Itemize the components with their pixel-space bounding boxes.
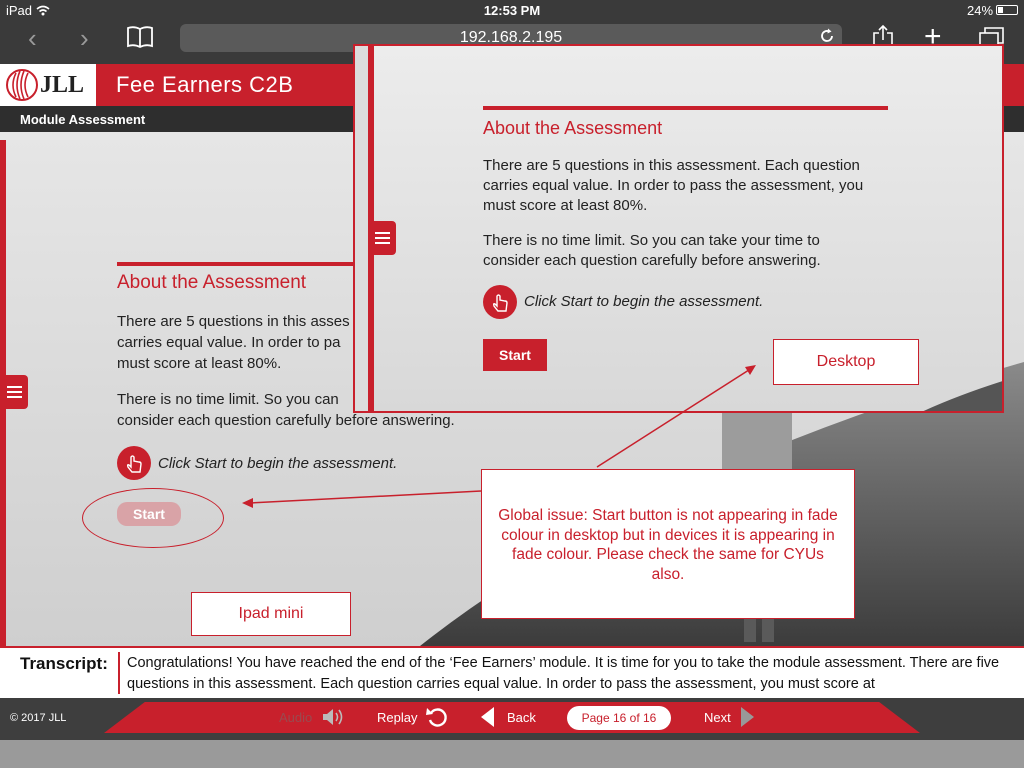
audio-label[interactable]: Audio <box>279 710 312 725</box>
battery-percent: 24% <box>967 3 994 18</box>
assessment-para1-line2: carries equal value. In order to pa <box>117 334 341 351</box>
overlay-para2-line1: There is no time limit. So you can take … <box>483 232 820 249</box>
transcript-text[interactable]: Congratulations! You have reached the en… <box>127 653 1019 695</box>
overlay-para2-line2: consider each question carefully before … <box>483 252 821 269</box>
overlay-heading-rule <box>483 106 888 110</box>
ipad-annotation-label: Ipad mini <box>191 592 351 636</box>
replay-icon[interactable] <box>425 705 449 734</box>
module-label: Module Assessment <box>20 112 146 127</box>
overlay-heading: About the Assessment <box>483 118 663 138</box>
menu-icon <box>375 232 390 244</box>
assessment-heading: About the Assessment <box>117 272 307 293</box>
overlay-pointer-hand-icon <box>483 285 517 319</box>
assessment-hint: Click Start to begin the assessment. <box>158 455 398 472</box>
logo: JLL <box>0 64 96 106</box>
forward-nav-button[interactable]: › <box>80 24 89 52</box>
overlay-para1-line2: carries equal value. In order to pass th… <box>483 177 864 194</box>
menu-icon <box>7 386 22 398</box>
bottom-strip <box>0 740 1024 768</box>
stage-edge-bar <box>0 140 6 696</box>
transcript-divider <box>118 652 120 694</box>
replay-label[interactable]: Replay <box>377 710 417 725</box>
next-arrow-icon[interactable] <box>740 707 754 732</box>
overlay-para1-line1: There are 5 questions in this assessment… <box>483 157 860 174</box>
highlight-ellipse <box>82 488 224 548</box>
next-label[interactable]: Next <box>704 710 731 725</box>
battery-icon <box>996 5 1018 15</box>
heading-rule <box>117 262 357 266</box>
assessment-para2-line1: There is no time limit. So you can <box>117 391 339 408</box>
course-title: Fee Earners C2B <box>116 72 294 97</box>
overlay-start-button[interactable]: Start <box>483 339 547 371</box>
bookmarks-icon[interactable] <box>126 26 154 53</box>
overlay-hint: Click Start to begin the assessment. <box>524 293 764 310</box>
back-arrow-icon[interactable] <box>481 707 495 732</box>
logo-text: JLL <box>40 72 85 98</box>
back-label[interactable]: Back <box>507 710 536 725</box>
desktop-annotation-label: Desktop <box>773 339 919 385</box>
assessment-para1-line1: There are 5 questions in this asses <box>117 313 350 330</box>
pointer-hand-icon <box>117 446 151 480</box>
copyright: © 2017 JLL <box>10 712 67 724</box>
menu-button[interactable] <box>0 375 28 409</box>
assessment-para1-line3: must score at least 80%. <box>117 355 282 372</box>
overlay-menu-button[interactable] <box>368 221 396 255</box>
clock: 12:53 PM <box>483 3 541 18</box>
issue-annotation: Global issue: Start button is not appear… <box>481 469 855 619</box>
transcript-label: Transcript: <box>20 654 108 673</box>
page-indicator: Page 16 of 16 <box>567 706 671 730</box>
back-nav-button[interactable]: ‹ <box>28 24 37 52</box>
overlay-left-strip <box>355 46 368 411</box>
overlay-para1-line3: must score at least 80%. <box>483 197 648 214</box>
speaker-icon[interactable] <box>321 706 345 733</box>
assessment-para2-line2: consider each question carefully before … <box>117 412 455 429</box>
logo-mark <box>6 69 38 101</box>
